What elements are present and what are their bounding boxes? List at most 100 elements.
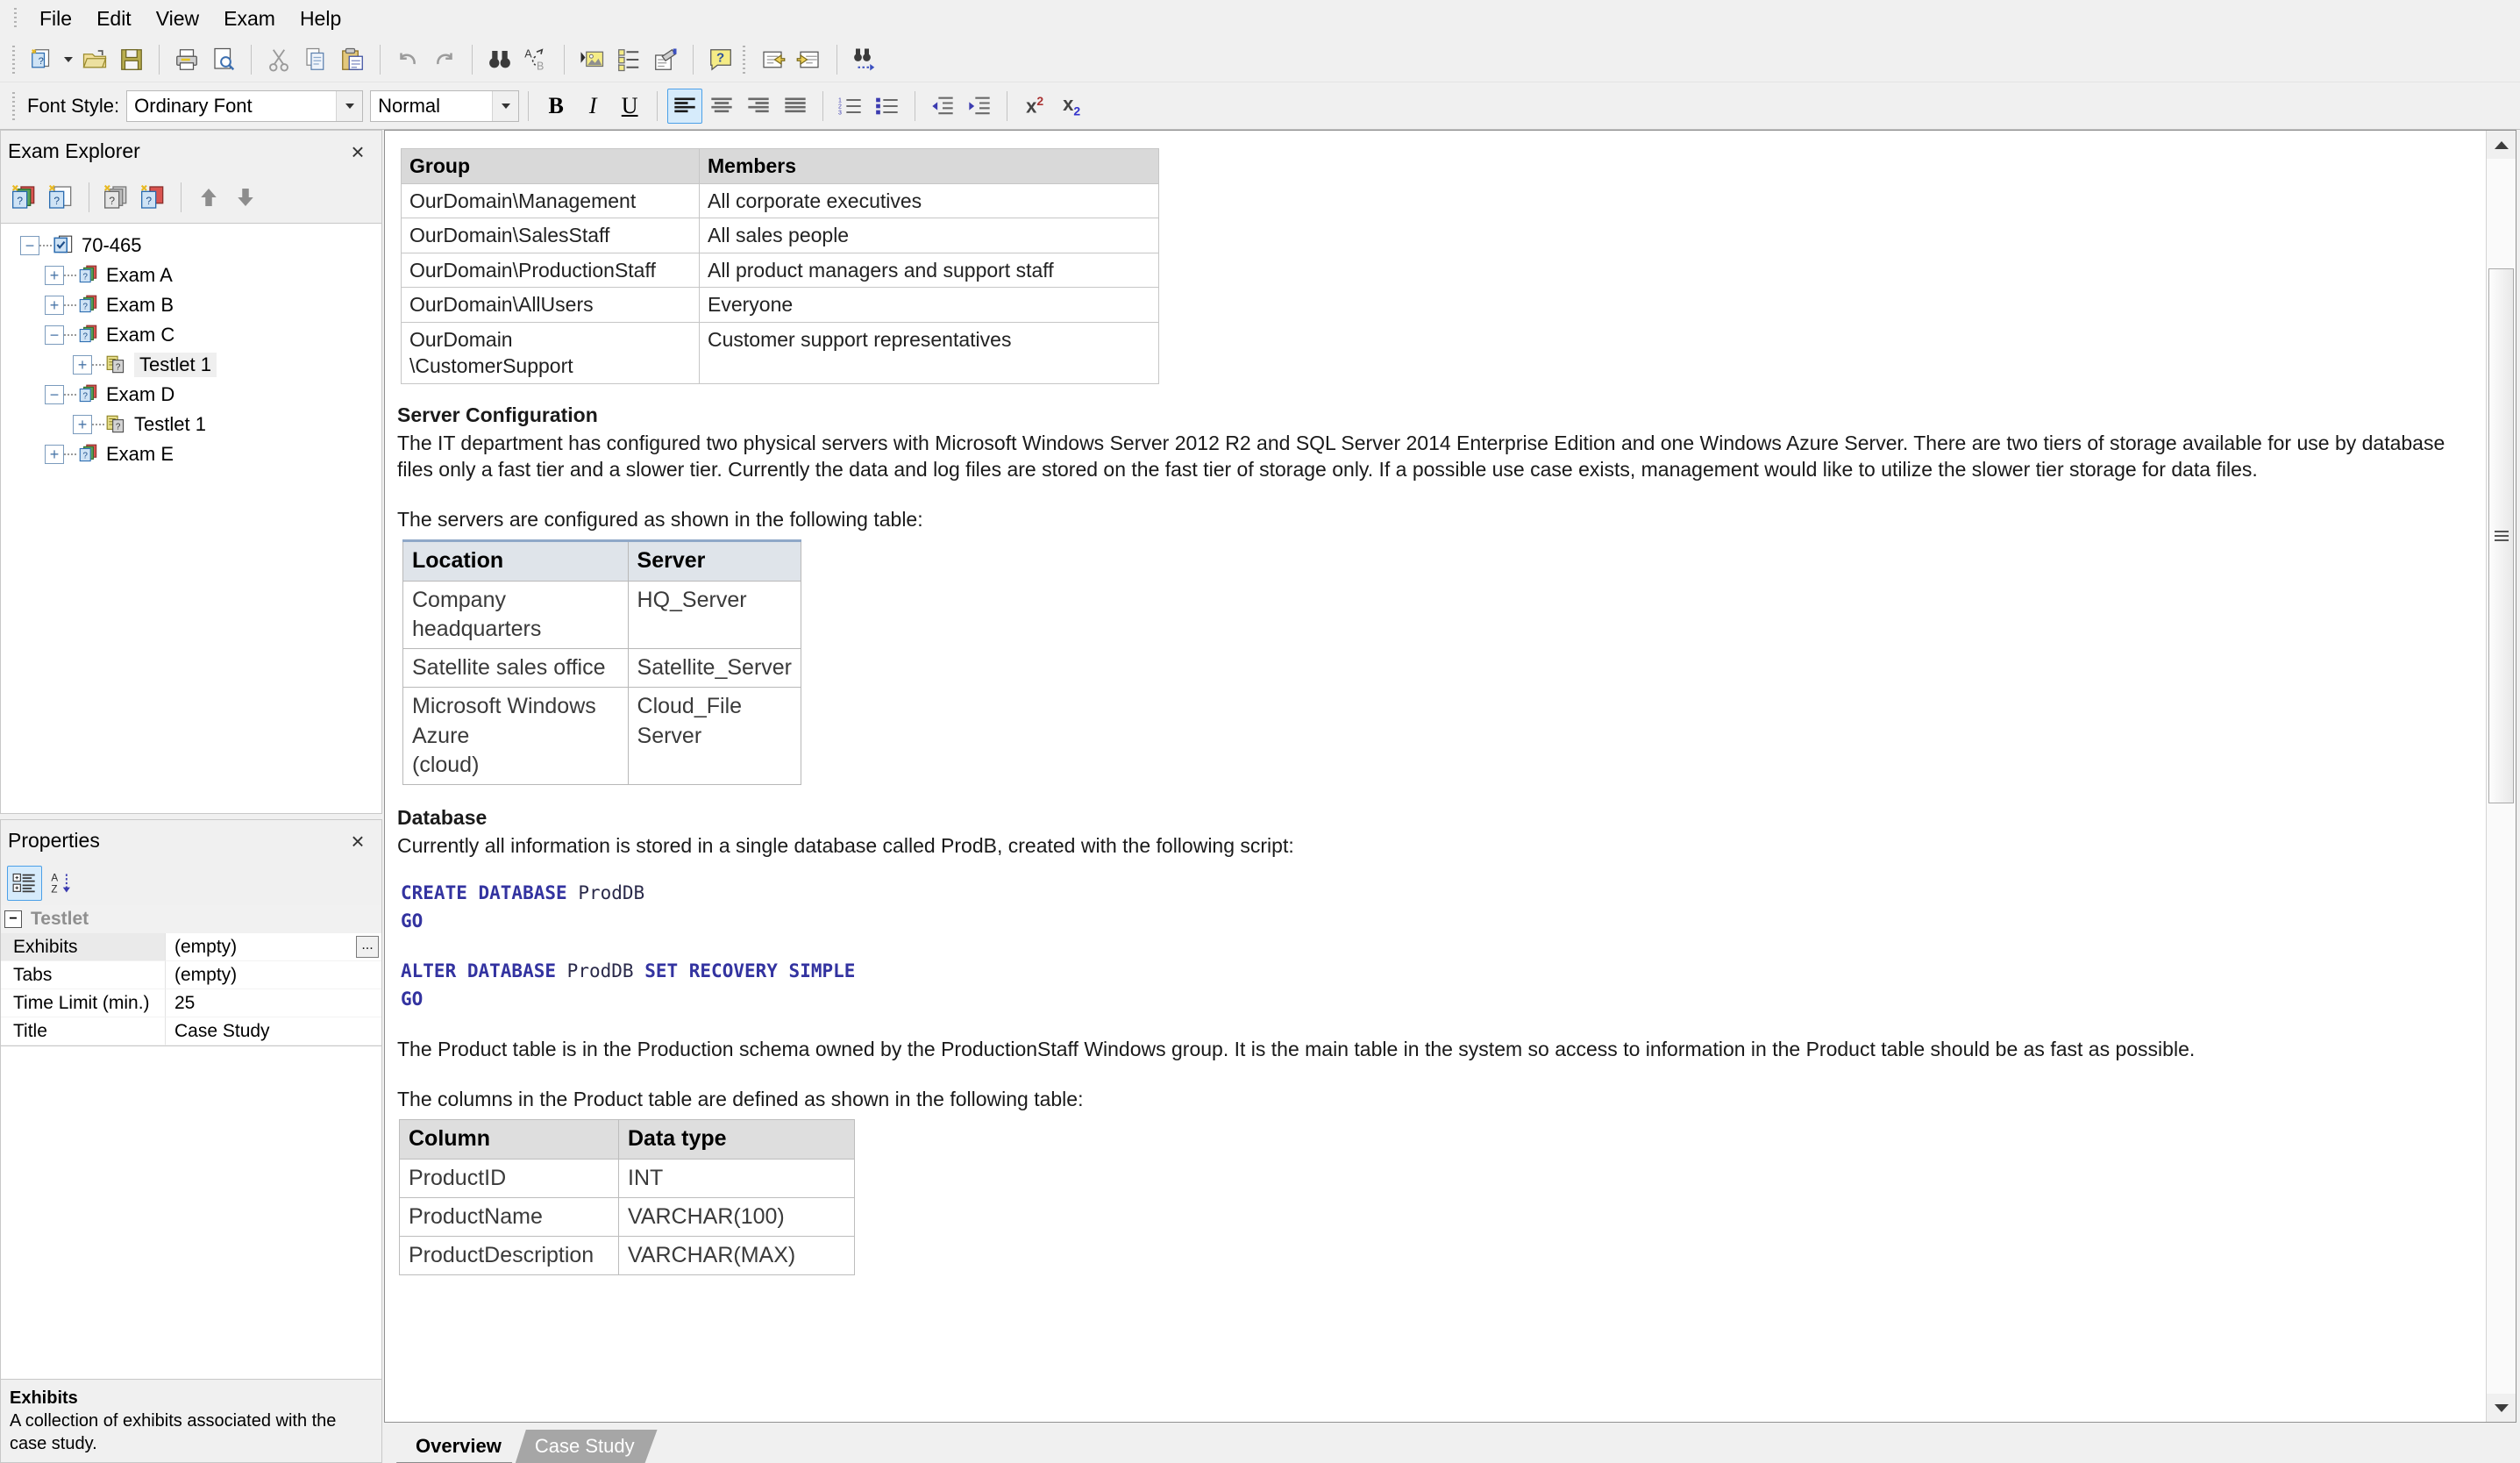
tree-item-exam-b[interactable]: + ? Exam B	[1, 290, 381, 320]
scrollbar-thumb[interactable]	[2488, 268, 2514, 803]
property-row-tabs[interactable]: Tabs (empty)	[1, 961, 381, 989]
tab-overview[interactable]: Overview	[396, 1430, 524, 1463]
new-case-study-icon[interactable]: ?	[136, 180, 171, 215]
find-binoculars-icon[interactable]	[482, 42, 517, 77]
exam-tree[interactable]: − 70-465 + ? Exam A + ? Exam B − ? Exam …	[0, 223, 382, 814]
italic-icon[interactable]: I	[575, 89, 610, 124]
print-preview-icon[interactable]	[206, 42, 241, 77]
superscript-icon[interactable]: x2	[1017, 89, 1052, 124]
new-question-icon[interactable]: ?	[44, 180, 79, 215]
property-row-exhibits[interactable]: Exhibits (empty) ...	[1, 933, 381, 961]
cell-column: ProductID	[399, 1158, 619, 1198]
font-weight-select[interactable]: Normal	[370, 89, 520, 122]
tree-item-testlet-1-exam-d[interactable]: + ? Testlet 1	[1, 410, 381, 439]
copy-icon[interactable]	[298, 42, 333, 77]
nav-toolbar-grip[interactable]	[741, 44, 749, 75]
main-toolbar-grip[interactable]	[11, 44, 18, 75]
property-row-title[interactable]: Title Case Study	[1, 1017, 381, 1046]
align-justify-icon[interactable]	[778, 89, 813, 124]
scroll-down-arrow-icon[interactable]	[2487, 1394, 2516, 1422]
document-content[interactable]: Group Members OurDomain\Management All c…	[385, 131, 2486, 1422]
print-icon[interactable]	[169, 42, 204, 77]
properties-grid[interactable]: − Testlet Exhibits (empty) ... Tabs (emp…	[0, 905, 382, 1046]
next-question-icon[interactable]	[792, 42, 827, 77]
move-up-arrow-icon[interactable]	[191, 180, 226, 215]
font-style-select[interactable]: Ordinary Font	[126, 89, 364, 122]
paragraph-product-table: The Product table is in the Production s…	[397, 1038, 2196, 1061]
menu-view[interactable]: View	[144, 5, 211, 32]
previous-question-icon[interactable]	[755, 42, 790, 77]
category-expander-icon[interactable]: −	[4, 910, 22, 928]
paste-icon[interactable]	[335, 42, 370, 77]
align-left-icon[interactable]	[667, 88, 703, 124]
document-vertical-scrollbar[interactable]	[2486, 131, 2516, 1422]
expander-icon[interactable]: +	[45, 296, 64, 315]
expander-icon[interactable]: −	[45, 325, 64, 345]
exam-icon: ?	[79, 295, 97, 313]
expander-icon[interactable]: +	[45, 266, 64, 285]
tree-item-exam-d[interactable]: − ? Exam D	[1, 380, 381, 410]
tree-item-exam-c[interactable]: − ? Exam C	[1, 320, 381, 350]
properties-list-icon[interactable]	[611, 42, 646, 77]
property-row-time-limit[interactable]: Time Limit (min.) 25	[1, 989, 381, 1017]
replace-icon[interactable]: A B	[519, 42, 554, 77]
table-row: OurDomain\ProductionStaff All product ma…	[401, 252, 1159, 289]
open-folder-icon[interactable]	[77, 42, 112, 77]
close-icon[interactable]: ×	[343, 137, 373, 167]
format-toolbar-grip[interactable]	[11, 90, 18, 121]
find-next-icon[interactable]	[847, 42, 882, 77]
move-down-arrow-icon[interactable]	[228, 180, 263, 215]
expander-icon[interactable]: +	[73, 355, 92, 375]
new-testlet-icon[interactable]: ?	[99, 180, 134, 215]
edit-note-icon[interactable]	[648, 42, 683, 77]
help-question-icon[interactable]: ?	[703, 42, 738, 77]
menubar-grip[interactable]	[12, 7, 20, 30]
scrollbar-track[interactable]	[2487, 159, 2516, 1394]
menu-exam[interactable]: Exam	[211, 5, 288, 32]
redo-icon[interactable]	[427, 42, 462, 77]
alphabetical-sort-icon[interactable]: A Z	[44, 866, 79, 901]
underline-icon[interactable]: U	[612, 89, 647, 124]
tree-connector	[64, 304, 76, 306]
svg-text:?: ?	[53, 195, 60, 207]
tree-item-exam-e[interactable]: + ? Exam E	[1, 439, 381, 469]
property-value[interactable]: Case Study	[166, 1017, 381, 1046]
expander-icon[interactable]: +	[73, 415, 92, 434]
new-exam-group-icon[interactable]: ?	[7, 180, 42, 215]
font-weight-chevron-down-icon[interactable]	[492, 90, 519, 121]
menu-help[interactable]: Help	[288, 5, 353, 32]
decrease-indent-icon[interactable]	[925, 89, 960, 124]
categorized-view-icon[interactable]	[7, 866, 42, 901]
table-header-row: Group Members	[401, 148, 1159, 184]
menu-edit[interactable]: Edit	[84, 5, 144, 32]
numbered-list-icon[interactable]: 1 2 3	[833, 89, 868, 124]
property-value[interactable]: (empty)	[166, 961, 381, 989]
align-right-icon[interactable]	[741, 89, 776, 124]
tree-item-exam-a[interactable]: + ? Exam A	[1, 260, 381, 290]
cut-scissors-icon[interactable]	[261, 42, 296, 77]
bold-icon[interactable]: B	[538, 89, 573, 124]
menu-file[interactable]: File	[27, 5, 84, 32]
ellipsis-button[interactable]: ...	[356, 936, 379, 958]
insert-image-icon[interactable]	[574, 42, 609, 77]
subscript-icon[interactable]: x2	[1054, 89, 1089, 124]
bulleted-list-icon[interactable]	[870, 89, 905, 124]
tab-case-study[interactable]: Case Study	[516, 1430, 658, 1463]
tree-item-70-465[interactable]: − 70-465	[1, 231, 381, 260]
expander-icon[interactable]: −	[20, 236, 39, 255]
scroll-up-arrow-icon[interactable]	[2487, 131, 2516, 159]
new-exam-icon[interactable]: ?	[25, 42, 60, 77]
font-style-chevron-down-icon[interactable]	[336, 90, 363, 121]
align-center-icon[interactable]	[704, 89, 739, 124]
tree-item-testlet-1-exam-c[interactable]: + ? Testlet 1	[1, 350, 381, 380]
close-icon[interactable]: ×	[343, 826, 373, 856]
undo-icon[interactable]	[390, 42, 425, 77]
save-disk-icon[interactable]	[114, 42, 149, 77]
property-value[interactable]: 25	[166, 989, 381, 1017]
expander-icon[interactable]: +	[45, 445, 64, 464]
new-exam-dropdown-arrow[interactable]	[61, 42, 76, 77]
expander-icon[interactable]: −	[45, 385, 64, 404]
property-value[interactable]: (empty) ...	[166, 933, 381, 961]
property-category-testlet[interactable]: − Testlet	[1, 905, 381, 933]
increase-indent-icon[interactable]	[962, 89, 997, 124]
